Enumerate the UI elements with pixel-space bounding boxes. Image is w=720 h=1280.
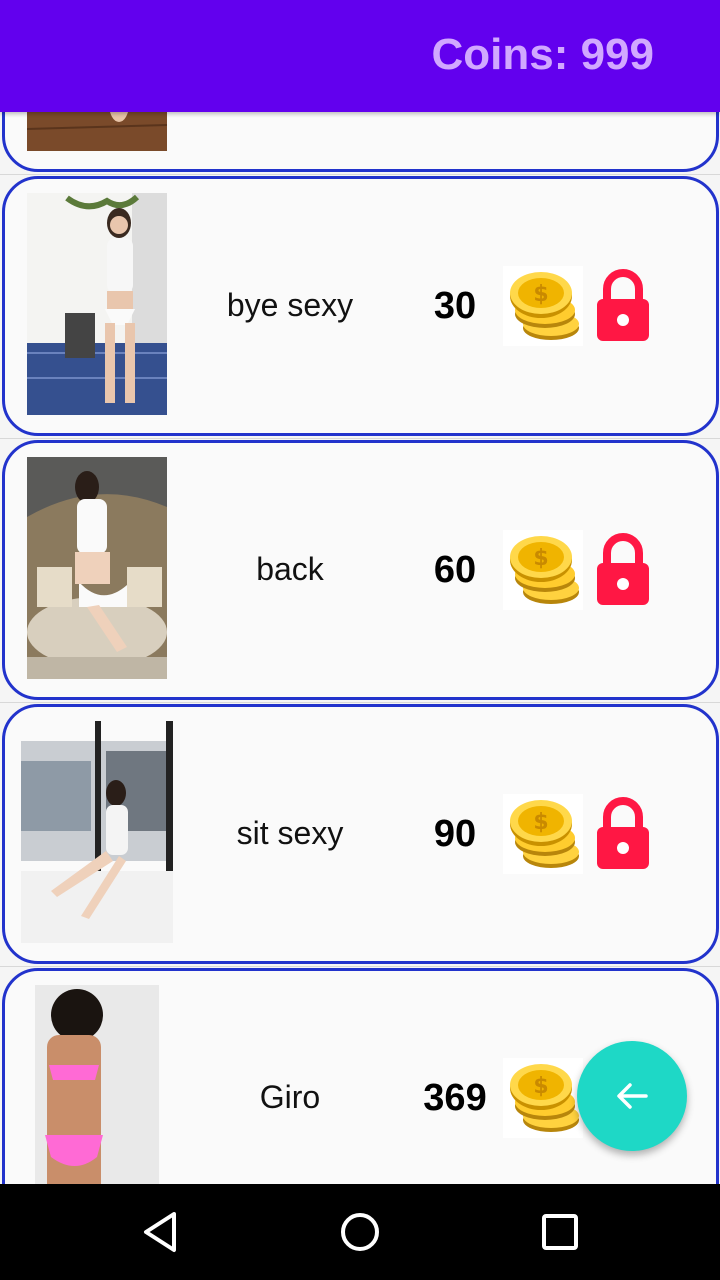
- list-item[interactable]: back 60 $: [0, 438, 720, 703]
- coins-counter: Coins: 999: [431, 30, 654, 79]
- arrow-back-icon: [617, 1083, 648, 1109]
- gold-coin-stack-icon: $: [503, 266, 583, 346]
- svg-text:$: $: [533, 282, 548, 307]
- square-recents-icon[interactable]: [536, 1208, 584, 1256]
- item-title: bye sexy: [226, 287, 354, 323]
- triangle-back-icon[interactable]: [136, 1208, 184, 1256]
- item-thumbnail: [35, 985, 159, 1184]
- lock-icon[interactable]: [593, 797, 653, 869]
- item-card[interactable]: [2, 112, 719, 172]
- gold-coin-stack-icon: $: [503, 794, 583, 874]
- svg-text:$: $: [533, 546, 548, 571]
- list-item[interactable]: sit sexy 90 $: [0, 702, 720, 967]
- item-title: Giro: [259, 1079, 321, 1115]
- item-card[interactable]: sit sexy 90 $: [2, 704, 719, 964]
- lock-icon[interactable]: [593, 533, 653, 605]
- item-list[interactable]: bye sexy 30 $ back 60 $ sit sexy 90 $ Gi…: [0, 112, 720, 1184]
- app-bar: Coins: 999: [0, 0, 720, 112]
- item-price: 30: [433, 285, 477, 327]
- gold-coin-stack-icon: $: [503, 530, 583, 610]
- back-fab-button[interactable]: [577, 1041, 687, 1151]
- item-thumbnail: [27, 112, 167, 151]
- item-thumbnail: [27, 193, 167, 415]
- item-card[interactable]: bye sexy 30 $: [2, 176, 719, 436]
- lock-icon[interactable]: [593, 269, 653, 341]
- list-item[interactable]: [0, 112, 720, 175]
- item-price: 369: [423, 1077, 487, 1119]
- item-title: back: [256, 551, 324, 587]
- list-item[interactable]: bye sexy 30 $: [0, 174, 720, 439]
- svg-text:$: $: [533, 810, 548, 835]
- item-card[interactable]: back 60 $: [2, 440, 719, 700]
- circle-home-icon[interactable]: [336, 1208, 384, 1256]
- item-price: 90: [433, 813, 477, 855]
- item-price: 60: [433, 549, 477, 591]
- item-thumbnail: [21, 721, 173, 943]
- item-title: sit sexy: [236, 815, 344, 851]
- gold-coin-stack-icon: $: [503, 1058, 583, 1138]
- system-nav-bar: [0, 1184, 720, 1280]
- svg-text:$: $: [533, 1074, 548, 1099]
- item-thumbnail: [27, 457, 167, 679]
